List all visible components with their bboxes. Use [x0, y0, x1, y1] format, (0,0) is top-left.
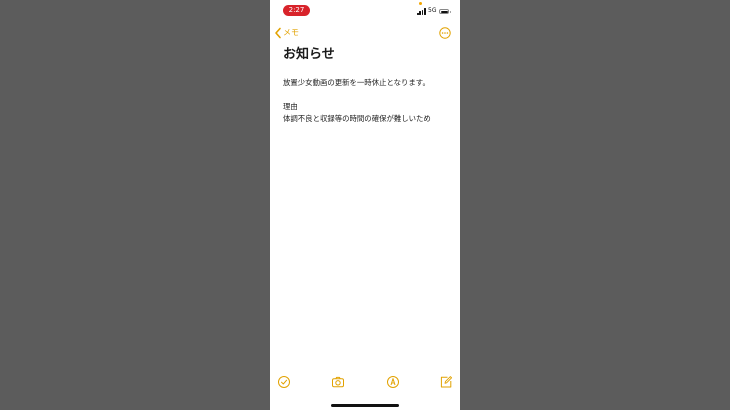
home-indicator[interactable] [331, 404, 399, 407]
note-body-line[interactable]: 体調不良と収録等の時間の確保が難しいため [283, 114, 431, 124]
chevron-left-icon [275, 27, 281, 39]
more-options-icon[interactable] [439, 27, 451, 39]
note-body-line[interactable]: 理由 [283, 102, 298, 112]
privacy-indicator-dot [419, 2, 422, 5]
status-bar: 2:27 5G [270, 0, 460, 20]
camera-icon[interactable] [331, 375, 345, 389]
note-title[interactable]: お知らせ [283, 45, 335, 65]
note-body-line[interactable]: 放置少女動画の更新を一時休止となります。 [283, 78, 430, 88]
battery-icon [439, 9, 451, 14]
network-type: 5G [428, 7, 437, 14]
back-button-label: メモ [283, 28, 299, 37]
compose-icon[interactable] [439, 375, 453, 389]
markup-icon[interactable] [386, 375, 400, 389]
phone-screen: 2:27 5G メモ お知らせ 放置少女動画の更新を一時休止となります。 理由 … [270, 0, 460, 410]
status-time[interactable]: 2:27 [283, 5, 310, 16]
back-button[interactable]: メモ [274, 26, 299, 40]
checklist-icon[interactable] [277, 375, 291, 389]
cellular-signal-icon [417, 8, 426, 15]
